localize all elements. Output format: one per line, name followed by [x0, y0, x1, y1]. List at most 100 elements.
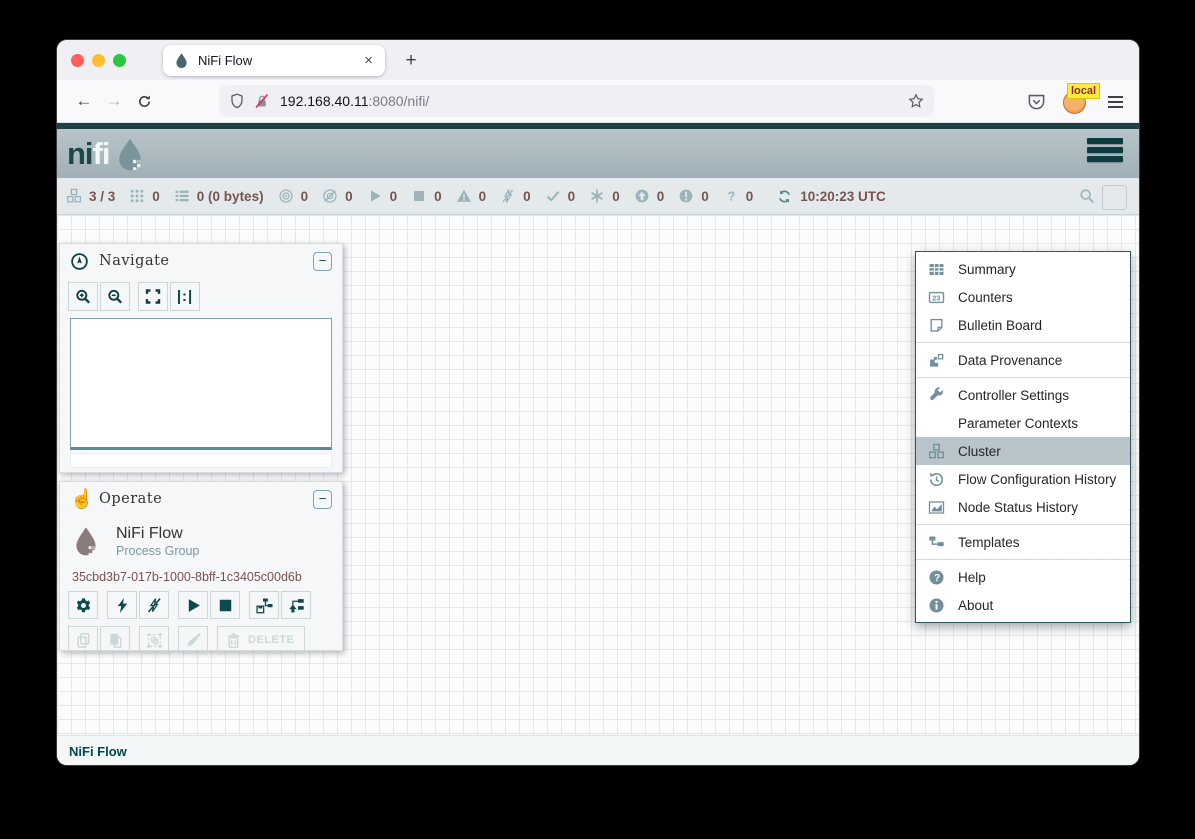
- upload-template-button[interactable]: [281, 591, 311, 619]
- delete-icon: [225, 632, 242, 649]
- delete-button[interactable]: DELETE: [217, 626, 305, 654]
- status-count: 3 / 3: [89, 189, 115, 204]
- help-icon: ?: [928, 569, 945, 586]
- menu-item[interactable]: Node Status History: [916, 493, 1130, 521]
- bookmark-star-icon[interactable]: [908, 93, 924, 109]
- status-count: 0: [345, 189, 353, 204]
- menu-item[interactable]: Controller Settings: [916, 381, 1130, 409]
- forward-button[interactable]: →: [99, 86, 129, 116]
- zoom-out-icon: [107, 287, 123, 306]
- reload-button[interactable]: [129, 86, 159, 116]
- menu-divider: [916, 559, 1130, 560]
- close-window-button[interactable]: [71, 54, 84, 67]
- minimize-window-button[interactable]: [92, 54, 105, 67]
- menu-item[interactable]: Cluster: [916, 437, 1130, 465]
- status-count: 0: [657, 189, 665, 204]
- enable-button[interactable]: [107, 591, 137, 619]
- data-provenance-icon: [928, 352, 945, 369]
- paste-button[interactable]: [100, 626, 130, 654]
- create-template-button[interactable]: [249, 591, 279, 619]
- refresh-icon[interactable]: [777, 189, 792, 204]
- zoom-fit-button[interactable]: [138, 282, 168, 311]
- remote-process-group-button[interactable]: [434, 136, 470, 172]
- templates-icon: [928, 534, 945, 551]
- sync-failure-icon: ?: [723, 188, 739, 204]
- global-menu-button[interactable]: [1087, 138, 1123, 162]
- breadcrumb[interactable]: NiFi Flow: [69, 744, 127, 759]
- menu-item[interactable]: Bulletin Board: [916, 311, 1130, 339]
- birdseye-view[interactable]: [70, 318, 332, 450]
- nifi-logo: ni fi: [67, 136, 148, 172]
- url-host: 192.168.40.11: [280, 93, 369, 109]
- fill-color-button[interactable]: [178, 626, 208, 654]
- back-button[interactable]: ←: [69, 86, 99, 116]
- disable-icon: [146, 597, 163, 614]
- label-button[interactable]: [617, 136, 653, 172]
- status-count: 0 (0 bytes): [197, 189, 264, 204]
- menu-item[interactable]: 23 Counters: [916, 283, 1130, 311]
- group-button[interactable]: [139, 626, 169, 654]
- operate-header[interactable]: ☝ Operate −: [60, 482, 342, 516]
- template-button[interactable]: [556, 136, 592, 172]
- operate-collapse-button[interactable]: −: [313, 490, 332, 509]
- not-transmitting-icon: [322, 188, 338, 204]
- stop-button[interactable]: [210, 591, 240, 619]
- menu-item[interactable]: ? Help: [916, 563, 1130, 591]
- status-count: 0: [434, 189, 442, 204]
- navigate-header[interactable]: Navigate −: [60, 244, 342, 278]
- svg-text:23: 23: [932, 293, 940, 302]
- nifi-drop-icon: [112, 136, 148, 172]
- browser-navbar: ← → 192.168.40.11:8080/nifi/ local: [57, 80, 1139, 123]
- status-count: 0: [301, 189, 309, 204]
- navigate-tools: |:|: [60, 278, 342, 311]
- url-text[interactable]: 192.168.40.11:8080/nifi/: [280, 93, 908, 109]
- browser-menu-button[interactable]: [1104, 92, 1127, 112]
- tab-title: NiFi Flow: [198, 53, 362, 68]
- input-port-button[interactable]: [251, 136, 287, 172]
- node-status-history-icon: [928, 499, 945, 516]
- configuration-gear-button[interactable]: [68, 591, 98, 619]
- menu-item[interactable]: Flow Configuration History: [916, 465, 1130, 493]
- search-input-box[interactable]: [1102, 185, 1127, 210]
- active-threads-icon: [129, 188, 145, 204]
- menu-item[interactable]: About: [916, 591, 1130, 619]
- compass-icon: [70, 252, 89, 271]
- flow-id: 35cbd3b7-017b-1000-8bff-1c3405c00d6b: [60, 562, 342, 584]
- search-icon[interactable]: [1079, 188, 1095, 204]
- process-group-button[interactable]: [373, 136, 409, 172]
- status-count: 0: [746, 189, 754, 204]
- stop-icon: [217, 597, 234, 614]
- profile-avatar[interactable]: local: [1063, 90, 1087, 114]
- menu-item[interactable]: Summary: [916, 255, 1130, 283]
- status-item: 0: [545, 188, 576, 204]
- tracking-protection-shield-icon[interactable]: [229, 93, 245, 109]
- url-bar[interactable]: 192.168.40.11:8080/nifi/: [219, 85, 934, 117]
- operate-panel: ☝ Operate − NiFi Flow Process Group 35cb…: [59, 481, 343, 651]
- status-item: 3 / 3: [66, 188, 115, 204]
- navigate-collapse-button[interactable]: −: [313, 252, 332, 271]
- new-tab-button[interactable]: +: [397, 47, 425, 75]
- maximize-window-button[interactable]: [113, 54, 126, 67]
- disable-button[interactable]: [139, 591, 169, 619]
- pocket-icon[interactable]: [1027, 92, 1046, 111]
- operate-buttons-row1: [60, 584, 342, 619]
- insecure-lock-icon[interactable]: [254, 93, 270, 109]
- status-item: 0 (0 bytes): [174, 188, 264, 204]
- zoom-in-button[interactable]: [68, 282, 98, 311]
- menu-item[interactable]: Parameter Contexts: [916, 409, 1130, 437]
- tab-close-icon[interactable]: ×: [362, 52, 375, 69]
- funnel-button[interactable]: [495, 136, 531, 172]
- copy-button[interactable]: [68, 626, 98, 654]
- zoom-out-button[interactable]: [100, 282, 130, 311]
- browser-tab[interactable]: NiFi Flow ×: [163, 45, 385, 76]
- start-button[interactable]: [178, 591, 208, 619]
- processor-button[interactable]: [190, 136, 226, 172]
- flow-configuration-history-icon: [928, 471, 945, 488]
- menu-item[interactable]: Data Provenance: [916, 346, 1130, 374]
- output-port-button[interactable]: [312, 136, 348, 172]
- process-group-drop-icon: [70, 520, 102, 562]
- navigate-panel: Navigate −: [59, 243, 343, 473]
- zoom-actual-button[interactable]: |:|: [170, 282, 200, 311]
- menu-item[interactable]: Templates: [916, 528, 1130, 556]
- status-refresh[interactable]: 10:20:23 UTC: [777, 189, 886, 204]
